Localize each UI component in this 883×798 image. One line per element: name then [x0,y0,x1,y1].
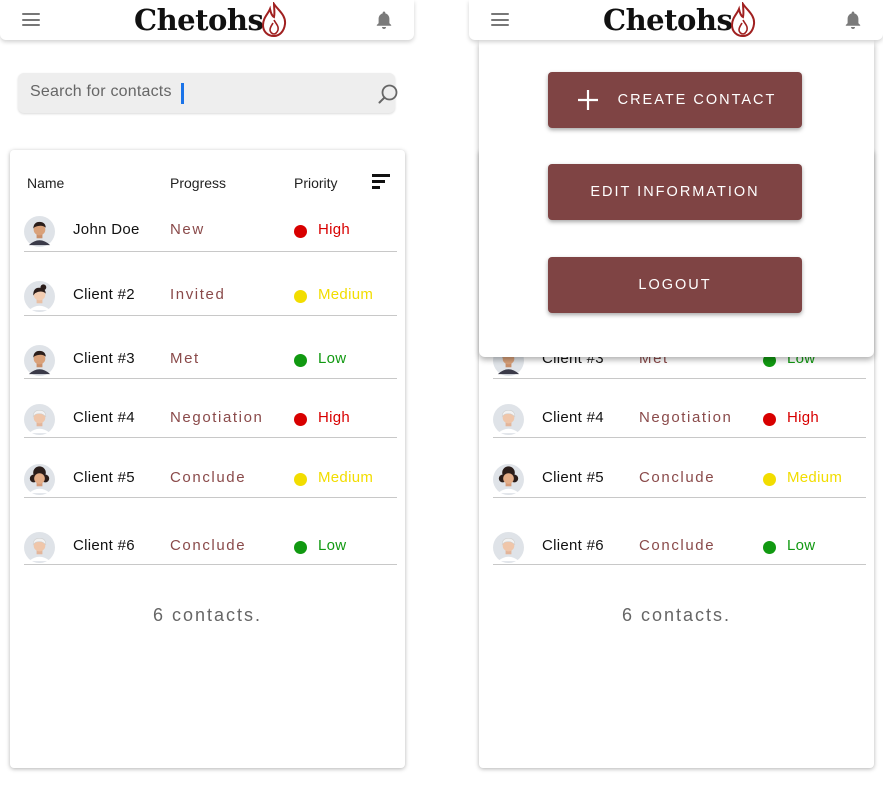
sort-icon[interactable] [372,174,390,190]
contact-row[interactable]: Client #2 Invited Medium [24,277,397,316]
contact-row[interactable]: Client #4 Negotiation High [493,402,866,438]
edit-information-button[interactable]: EDIT INFORMATION [548,164,802,220]
brand-name: Chetohs [134,3,264,37]
progress-status: Conclude [639,469,716,486]
avatar [24,532,55,563]
priority-dot [763,473,776,486]
search-bar[interactable]: Search for contacts [18,73,395,113]
contact-count: 6 contacts. [621,605,732,625]
hamburger-menu-icon[interactable] [491,13,509,26]
create-contact-button[interactable]: CREATE CONTACT [548,72,802,128]
contact-name: Client #6 [73,537,135,554]
contact-row[interactable]: Client #5 Conclude Medium [24,462,397,498]
column-header-name[interactable]: Name [27,175,64,191]
priority-label: Medium [318,286,374,303]
column-header-priority[interactable]: Priority [294,175,338,191]
priority-dot [294,290,307,303]
column-header-progress[interactable]: Progress [170,175,226,191]
progress-status: Invited [170,286,226,303]
contact-row[interactable]: Client #6 Conclude Low [493,530,866,565]
contacts-screen-menu-open: Chetohs CREATE CONTACT EDIT INFORMATION … [469,0,883,798]
brand-logo: Chetohs [603,0,758,40]
search-icon[interactable] [377,83,399,105]
progress-status: Conclude [170,537,247,554]
priority-dot [294,413,307,426]
contact-name: Client #4 [542,409,604,426]
contact-row[interactable]: Client #3 Met Low [24,342,397,379]
contact-name: Client #6 [542,537,604,554]
avatar [24,345,55,376]
priority-dot [294,473,307,486]
plus-icon [578,90,598,110]
contact-name: Client #4 [73,409,135,426]
brand-logo: Chetohs [134,0,289,40]
contact-name: Client #5 [542,469,604,486]
avatar [493,404,524,435]
avatar [24,464,55,495]
priority-dot [763,541,776,554]
priority-label: High [318,221,351,238]
priority-label: Low [787,537,816,554]
contact-name: Client #5 [73,469,135,486]
progress-status: Negotiation [639,409,733,426]
create-contact-label: CREATE CONTACT [617,92,777,108]
priority-label: Low [318,537,347,554]
contact-row[interactable]: Client #4 Negotiation High [24,402,397,438]
contact-name: John Doe [73,221,140,238]
brand-name: Chetohs [603,3,733,37]
logout-label: LOGOUT [638,277,712,293]
contacts-table: Name Progress Priority John Doe New High Cl… [10,150,405,768]
priority-label: Medium [318,469,374,486]
priority-label: High [318,409,351,426]
contact-name: Client #2 [73,286,135,303]
priority-dot [294,225,307,238]
search-input[interactable]: Search for contacts [30,83,172,101]
contact-row[interactable]: John Doe New High [24,211,397,252]
flame-icon [259,2,289,38]
progress-status: Conclude [170,469,247,486]
progress-status: New [170,221,205,238]
avatar [24,281,55,312]
contact-count: 6 contacts. [152,605,263,625]
flame-icon [728,2,758,38]
priority-dot [294,541,307,554]
priority-dot [763,413,776,426]
progress-status: Conclude [639,537,716,554]
logout-button[interactable]: LOGOUT [548,257,802,313]
contact-row[interactable]: Client #5 Conclude Medium [493,462,866,498]
avatar [493,532,524,563]
text-caret [181,83,184,104]
app-header: Chetohs [0,0,414,40]
dropdown-menu: CREATE CONTACT EDIT INFORMATION LOGOUT [479,40,874,357]
priority-label: Medium [787,469,843,486]
priority-dot [294,354,307,367]
app-header: Chetohs [469,0,883,40]
contacts-screen: Chetohs Search for contacts Name Progres… [0,0,414,798]
progress-status: Met [170,350,200,367]
avatar [24,404,55,435]
contact-row[interactable]: Client #6 Conclude Low [24,530,397,565]
contact-name: Client #3 [73,350,135,367]
bell-icon[interactable] [844,10,862,30]
edit-information-label: EDIT INFORMATION [590,184,760,200]
priority-label: High [787,409,820,426]
hamburger-menu-icon[interactable] [22,13,40,26]
priority-label: Low [318,350,347,367]
bell-icon[interactable] [375,10,393,30]
avatar [24,216,55,247]
avatar [493,464,524,495]
progress-status: Negotiation [170,409,264,426]
